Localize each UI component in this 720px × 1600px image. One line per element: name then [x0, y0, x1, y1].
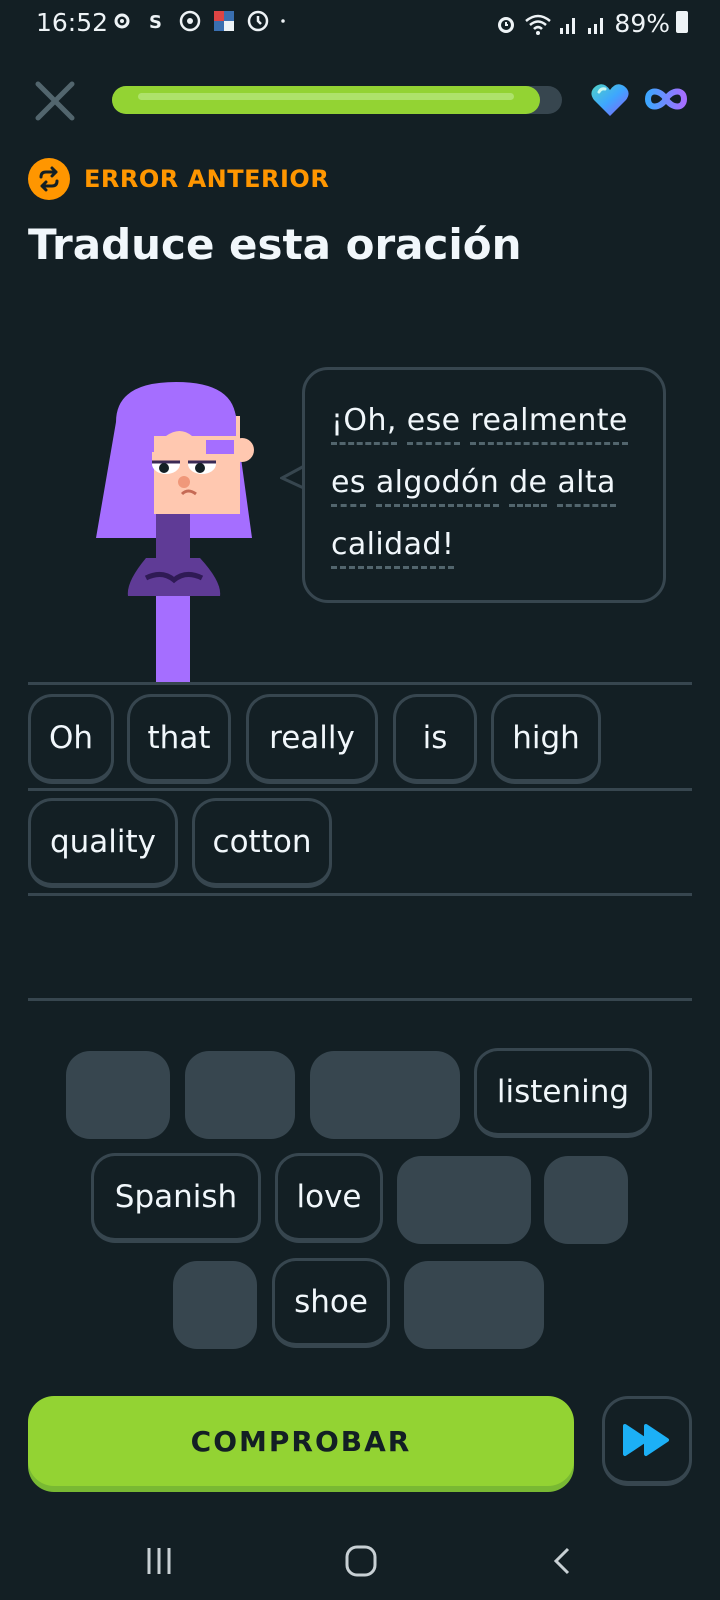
empty-word-slot	[66, 1051, 170, 1139]
home-button[interactable]	[336, 1536, 386, 1586]
previous-error-indicator: ERROR ANTERIOR	[28, 158, 329, 200]
empty-word-slot	[173, 1261, 257, 1349]
answer-divider	[28, 682, 692, 685]
bubble-word[interactable]: algodón	[375, 465, 500, 507]
bubble-line: ¡Oh, ese realmente	[331, 390, 641, 452]
system-navigation-bar	[0, 1520, 720, 1600]
more-dot-icon	[281, 19, 285, 23]
bubble-word[interactable]: calidad!	[331, 527, 455, 569]
photo-app-icon	[214, 11, 234, 31]
battery-icon	[676, 11, 688, 33]
answer-tile[interactable]: cotton	[192, 798, 332, 888]
recent-apps-icon	[147, 1548, 171, 1574]
signal-icon-2	[588, 17, 604, 34]
back-icon	[553, 1547, 570, 1575]
empty-word-slot	[397, 1156, 531, 1244]
status-time: 16:52	[36, 8, 109, 37]
empty-word-slot	[404, 1261, 544, 1349]
signal-icon-1	[560, 17, 576, 34]
answer-tile[interactable]: that	[127, 694, 231, 784]
progress-fill	[112, 86, 540, 114]
skip-button[interactable]	[602, 1396, 692, 1486]
exercise-title: Traduce esta oración	[28, 220, 522, 269]
recent-apps-button[interactable]	[134, 1536, 184, 1586]
timer-app-icon	[247, 10, 269, 32]
answer-tile[interactable]: high	[491, 694, 601, 784]
bubble-word[interactable]: de	[509, 465, 548, 507]
word-bank-tile[interactable]: Spanish	[91, 1153, 261, 1243]
answer-tile[interactable]: quality	[28, 798, 178, 888]
alarm-icon	[498, 16, 515, 33]
infinity-icon[interactable]	[644, 86, 688, 112]
bubble-word[interactable]: ese	[406, 403, 461, 445]
empty-word-slot	[185, 1051, 295, 1139]
lily-character-illustration	[96, 382, 254, 682]
empty-word-slot	[310, 1051, 460, 1139]
close-button[interactable]	[30, 76, 80, 126]
speech-bubble: ¡Oh, ese realmente es algodón de alta ca…	[302, 367, 666, 603]
gear-notification-icon	[114, 13, 130, 29]
svg-text:S: S	[149, 12, 162, 33]
notification-icons: S	[110, 9, 292, 33]
word-bank-tile[interactable]: listening	[474, 1048, 652, 1138]
battery-percent: 89%	[614, 9, 670, 38]
empty-word-slot	[544, 1156, 628, 1244]
word-bank-tile[interactable]: shoe	[272, 1258, 390, 1348]
s-app-icon: S	[149, 12, 162, 33]
bubble-line: calidad!	[331, 514, 641, 576]
bubble-line: es algodón de alta	[331, 452, 641, 514]
heart-icon[interactable]	[590, 82, 630, 118]
system-icons: 89%	[494, 9, 670, 38]
answer-tile[interactable]: Oh	[28, 694, 114, 784]
answer-divider	[28, 998, 692, 1001]
wifi-icon	[525, 14, 552, 35]
bubble-word[interactable]: realmente	[470, 403, 628, 445]
back-button[interactable]	[538, 1536, 588, 1586]
lesson-progress-bar	[112, 86, 562, 114]
answer-tile[interactable]: really	[246, 694, 378, 784]
close-icon	[35, 81, 75, 121]
circle-app-icon	[179, 10, 201, 32]
word-bank-tile[interactable]: love	[275, 1153, 383, 1243]
bubble-word[interactable]: alta	[557, 465, 616, 507]
answer-divider	[28, 788, 692, 791]
duolingo-lesson-screen: 16:52 S 89% ERROR ANTERIOR Traduce esta …	[0, 0, 720, 1600]
progress-shine	[138, 93, 514, 100]
status-bar: 16:52 S 89%	[0, 0, 720, 46]
bubble-word[interactable]: es	[331, 465, 366, 507]
fast-forward-icon	[623, 1424, 669, 1456]
previous-error-label: ERROR ANTERIOR	[84, 165, 330, 193]
answer-divider	[28, 893, 692, 896]
answer-tile[interactable]: is	[393, 694, 477, 784]
bubble-word[interactable]: ¡Oh,	[331, 403, 397, 445]
repeat-icon	[28, 158, 70, 200]
home-icon	[345, 1545, 377, 1577]
check-button[interactable]: COMPROBAR	[28, 1396, 574, 1486]
